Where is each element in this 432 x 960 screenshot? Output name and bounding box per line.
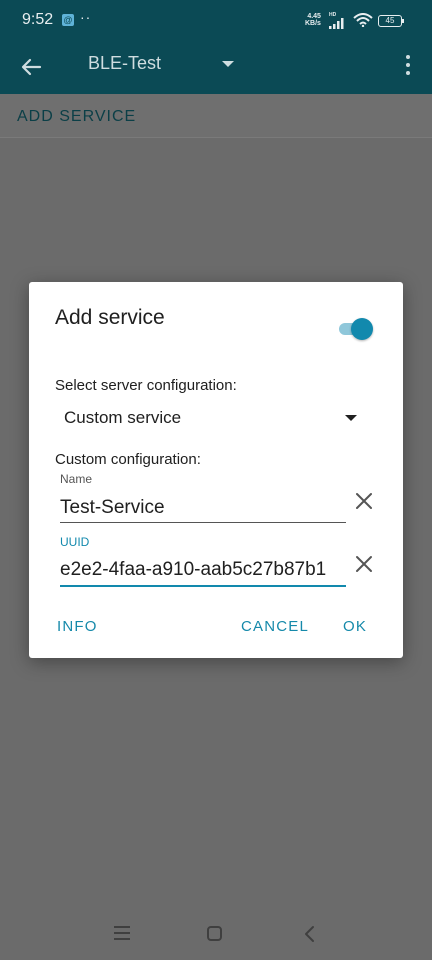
signal-icon xyxy=(329,18,344,29)
notification-dots: ·· xyxy=(80,9,92,25)
status-bar: 9:52 @ ·· 4.45 KB/s HD 45 xyxy=(0,0,432,40)
name-caption: Name xyxy=(60,472,93,486)
system-nav-bar xyxy=(0,908,432,960)
app-notification-icon: @ xyxy=(62,14,74,26)
recents-button[interactable] xyxy=(114,926,130,940)
name-input[interactable] xyxy=(60,493,346,523)
custom-config-label: Custom configuration: xyxy=(55,451,201,468)
status-time: 9:52 xyxy=(22,11,54,28)
overflow-menu-button[interactable] xyxy=(396,50,420,84)
nav-back-button[interactable] xyxy=(300,924,318,944)
net-speed-value: 4.45 xyxy=(307,13,321,20)
clear-uuid-button[interactable] xyxy=(352,552,376,576)
app-bar: BLE-Test xyxy=(0,40,432,94)
chevron-left-icon xyxy=(305,926,314,942)
net-speed: 4.45 KB/s xyxy=(305,13,321,27)
back-button[interactable] xyxy=(14,50,48,84)
dialog-title: Add service xyxy=(55,306,165,329)
dropdown-arrow-icon[interactable] xyxy=(345,415,357,421)
service-toggle[interactable] xyxy=(337,318,373,340)
close-icon xyxy=(356,493,372,509)
clear-name-button[interactable] xyxy=(352,489,376,513)
cancel-button[interactable]: CANCEL xyxy=(241,618,309,635)
toolbar: ADD SERVICE xyxy=(0,94,432,138)
select-config-label: Select server configuration: xyxy=(55,377,237,394)
chevron-down-icon[interactable] xyxy=(222,61,234,67)
close-icon xyxy=(356,556,372,572)
net-speed-unit: KB/s xyxy=(305,20,321,27)
wifi-icon xyxy=(353,13,373,27)
add-service-dialog: Add service Select server configuration:… xyxy=(29,282,403,658)
config-select[interactable]: Custom service xyxy=(64,408,181,428)
menu-icon xyxy=(114,926,130,928)
add-service-button[interactable]: ADD SERVICE xyxy=(17,108,136,126)
uuid-input[interactable] xyxy=(60,554,346,587)
arrow-left-icon xyxy=(21,58,42,76)
toggle-thumb xyxy=(351,318,373,340)
ok-button[interactable]: OK xyxy=(343,618,367,635)
more-vert-icon xyxy=(406,55,410,59)
app-title[interactable]: BLE-Test xyxy=(88,53,161,74)
home-button[interactable] xyxy=(207,926,222,941)
info-button[interactable]: INFO xyxy=(57,618,98,635)
battery-icon: 45 xyxy=(378,15,404,27)
uuid-caption: UUID xyxy=(60,535,90,549)
